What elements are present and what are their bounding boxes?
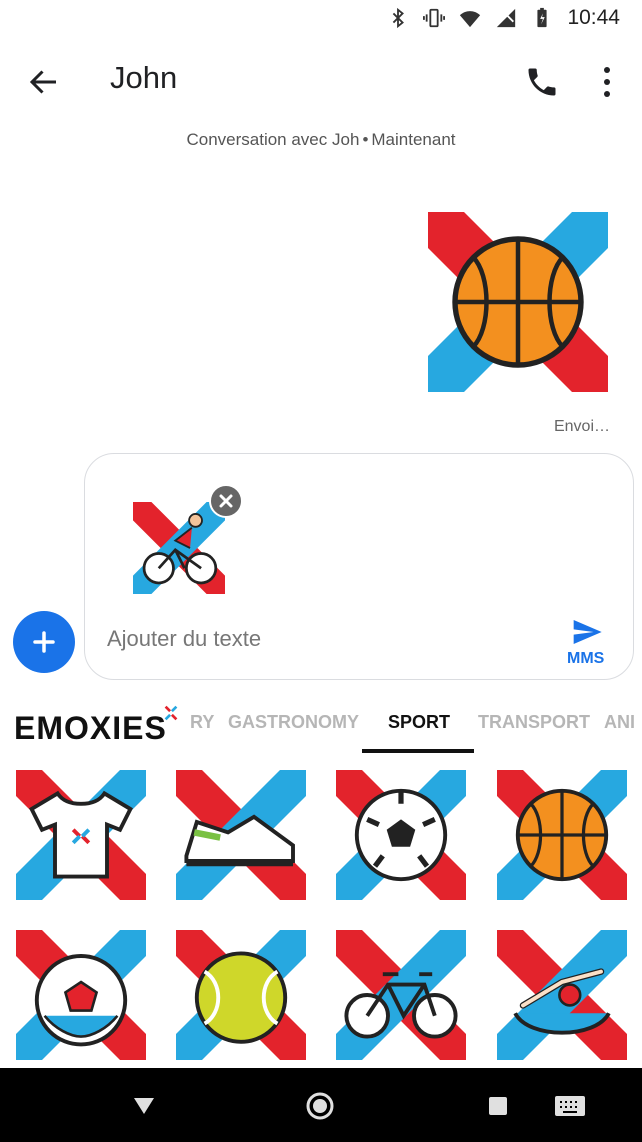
back-arrow-icon[interactable] [26, 64, 62, 100]
conversation-title: John [110, 60, 178, 95]
subtitle-name: Joh [332, 130, 360, 149]
send-status: Envoi… [553, 418, 610, 435]
close-icon [219, 494, 233, 508]
battery-icon [537, 7, 548, 28]
brand-mark-icon [164, 705, 178, 721]
send-icon [573, 620, 602, 644]
tab-sport[interactable]: SPORT [388, 712, 450, 733]
wifi-icon [460, 11, 481, 28]
send-label: MMS [567, 650, 605, 667]
tab-history[interactable]: RY [190, 712, 214, 733]
active-tab-indicator [362, 749, 474, 753]
sneaker-sticker[interactable] [176, 770, 306, 900]
home-circle-icon[interactable] [304, 1090, 336, 1122]
add-attachment-button[interactable] [13, 611, 75, 673]
subtitle-prefix: Conversation avec [186, 130, 328, 149]
conversation-subtitle: Conversation avec Joh • Maintenant [0, 130, 642, 150]
no-signal-icon [497, 8, 516, 28]
tab-gastronomy[interactable]: GASTRONOMY [228, 712, 359, 733]
message-text-input[interactable]: Ajouter du texte [107, 626, 261, 652]
basketball-sticker-grid[interactable] [497, 770, 627, 900]
tennis-ball-sticker[interactable] [176, 930, 306, 1060]
basketball-sticker[interactable] [428, 212, 608, 392]
keyboard-icon[interactable] [552, 1090, 588, 1122]
tab-animals[interactable]: ANI [604, 712, 635, 733]
swimmer-sticker[interactable] [497, 930, 627, 1060]
subtitle-dot: • [362, 130, 369, 149]
send-mms-button[interactable]: MMS [559, 614, 619, 674]
bicycle-sticker[interactable] [336, 930, 466, 1060]
more-vert-icon[interactable] [596, 64, 618, 100]
remove-attachment-button[interactable] [209, 484, 243, 518]
tshirt-sticker[interactable] [16, 770, 146, 900]
sticker-grid [0, 768, 642, 1068]
bluetooth-icon [393, 7, 405, 29]
back-triangle-icon[interactable] [128, 1090, 160, 1122]
soccer-ball-sticker[interactable] [336, 770, 466, 900]
status-bar: 10:44 [0, 0, 642, 40]
category-tabs: RY GASTRONOMY SPORT TRANSPORT ANI [180, 700, 642, 756]
clock: 10:44 [567, 6, 620, 29]
app-bar: John [0, 40, 642, 124]
system-nav-bar [0, 1068, 642, 1142]
vibrate-icon [423, 8, 446, 28]
handball-sticker[interactable] [16, 930, 146, 1060]
phone-icon[interactable] [524, 64, 560, 100]
subtitle-time: Maintenant [371, 130, 456, 149]
compose-box: Ajouter du texte MMS [84, 453, 634, 680]
tab-transport[interactable]: TRANSPORT [478, 712, 590, 733]
brand-logo: EMOXIES [14, 710, 167, 746]
recents-square-icon[interactable] [482, 1090, 514, 1122]
plus-icon [33, 631, 55, 653]
